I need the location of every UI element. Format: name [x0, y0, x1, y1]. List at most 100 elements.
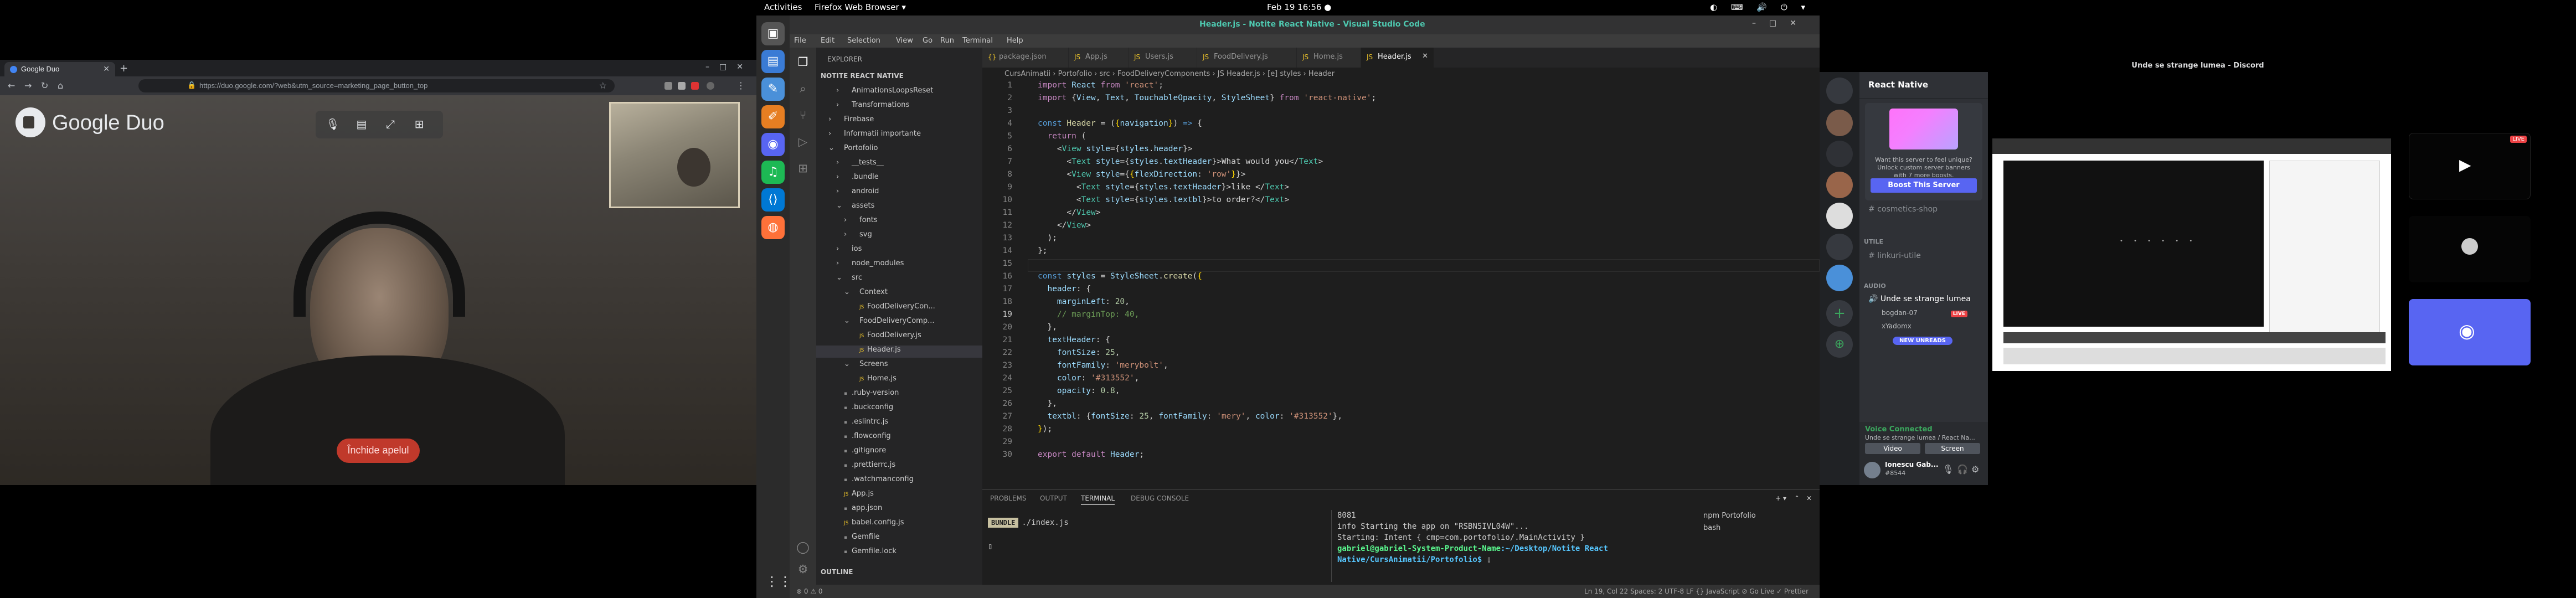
- workspace-section[interactable]: NOTITE REACT NATIVE: [821, 72, 904, 80]
- close-tab-icon[interactable]: ✕: [1422, 52, 1428, 60]
- channel-item[interactable]: 🔊 Unde se strange lumea: [1868, 295, 1971, 303]
- window-controls[interactable]: –□✕: [705, 63, 753, 71]
- menu-item-terminal[interactable]: Terminal: [962, 37, 993, 45]
- username[interactable]: Ionescu Gab...: [1885, 461, 1939, 468]
- mute-mic-icon[interactable]: 🎙: [326, 117, 340, 132]
- menu-item-file[interactable]: File: [794, 37, 806, 45]
- close-panel-icon[interactable]: ✕: [1806, 494, 1812, 502]
- server-icon[interactable]: [1826, 203, 1853, 229]
- menu-dots-icon[interactable]: ⋮: [736, 80, 745, 91]
- forward-icon[interactable]: →: [24, 80, 32, 91]
- search-icon[interactable]: ⌕: [796, 82, 810, 95]
- lock-icon[interactable]: 🔒: [187, 81, 196, 90]
- maximize-panel-icon[interactable]: ⌃: [1794, 494, 1800, 502]
- discord-icon[interactable]: ◉: [761, 133, 785, 156]
- spotify-icon[interactable]: ♫: [761, 161, 785, 184]
- system-tray[interactable]: ◐ ⌨ 🔊 ⏻ ▾: [1710, 2, 1811, 12]
- reload-icon[interactable]: ↻: [41, 80, 48, 91]
- extension-icon[interactable]: [691, 82, 699, 90]
- tree-folder[interactable]: ⌄ Portofolio: [816, 144, 982, 156]
- tree-file[interactable]: JS Home.js: [816, 374, 982, 386]
- back-icon[interactable]: ←: [8, 80, 15, 91]
- tree-folder[interactable]: › __tests__: [816, 158, 982, 171]
- menu-item-selection[interactable]: Selection: [847, 37, 880, 45]
- tree-folder[interactable]: › AnimationsLoopsReset: [816, 86, 982, 99]
- clock[interactable]: Feb 19 16:56 ●: [1267, 2, 1331, 12]
- explorer-icon[interactable]: ❐: [796, 55, 810, 69]
- tree-folder[interactable]: › Transformations: [816, 101, 982, 113]
- terminal-bash[interactable]: 8081 info Starting the app on "RSBN5IVL0…: [1331, 510, 1697, 582]
- tree-folder[interactable]: › svg: [816, 230, 982, 243]
- editor-tab[interactable]: JS Users.js: [1129, 48, 1197, 68]
- tree-file[interactable]: JS babel.config.js: [816, 518, 982, 530]
- channel-item[interactable]: # cosmetics-shop: [1868, 205, 1938, 214]
- new-unreads-badge[interactable]: NEW UNREADS: [1893, 337, 1952, 345]
- home-icon[interactable]: ⌂: [58, 80, 63, 91]
- avatar[interactable]: [1864, 462, 1881, 478]
- tree-file[interactable]: ▪ .eslintrc.js: [816, 417, 982, 430]
- tree-folder[interactable]: ⌄ FoodDeliveryComp...: [816, 317, 982, 329]
- boost-server-button[interactable]: Boost This Server: [1871, 178, 1977, 193]
- channel-item[interactable]: # linkuri-utile: [1868, 251, 1921, 260]
- tree-file[interactable]: JS App.js: [816, 489, 982, 502]
- add-server-icon[interactable]: +: [1826, 300, 1853, 327]
- tree-folder[interactable]: › Informatii importante: [816, 130, 982, 142]
- vscode-icon[interactable]: ⟨⟩: [761, 188, 785, 212]
- participant-tile[interactable]: [2409, 216, 2531, 282]
- new-tab-icon[interactable]: +: [120, 63, 128, 74]
- menu-item-edit[interactable]: Edit: [821, 37, 834, 45]
- tree-folder[interactable]: › Firebase: [816, 115, 982, 127]
- terminal-list-item[interactable]: bash: [1703, 522, 1809, 534]
- participant-tile[interactable]: ◉: [2409, 299, 2531, 365]
- tree-folder[interactable]: ⌄ assets: [816, 202, 982, 214]
- more-options-icon[interactable]: ⊞: [412, 117, 426, 132]
- files-icon[interactable]: ▣: [761, 22, 785, 45]
- text-editor-icon[interactable]: ✎: [761, 78, 785, 101]
- source-control-icon[interactable]: ⑂: [796, 109, 810, 122]
- headphones-icon[interactable]: 🎧: [1957, 464, 1968, 475]
- run-debug-icon[interactable]: ▷: [796, 135, 810, 148]
- tree-file[interactable]: ▪ Gemfile: [816, 533, 982, 545]
- extension-icon[interactable]: [678, 82, 686, 90]
- panel-tab-output[interactable]: OUTPUT: [1040, 494, 1067, 502]
- server-icon[interactable]: [1826, 141, 1853, 167]
- server-icon[interactable]: [1826, 172, 1853, 198]
- address-bar[interactable]: 🔒 https://duo.google.com/?web&utm_source…: [138, 79, 615, 92]
- app-menu[interactable]: Firefox Web Browser ▾: [815, 2, 906, 12]
- camera-off-icon[interactable]: ▤: [354, 117, 369, 132]
- account-icon[interactable]: ◯: [796, 540, 810, 554]
- tree-file[interactable]: ▪ .gitignore: [816, 446, 982, 458]
- terminal-metro[interactable]: BUNDLE ./index.js ▯: [988, 518, 1320, 579]
- explore-servers-icon[interactable]: ⊕: [1826, 331, 1853, 358]
- editor-tab[interactable]: JS Home.js: [1297, 48, 1361, 68]
- tree-folder[interactable]: › fonts: [816, 216, 982, 228]
- panel-tab-terminal[interactable]: TERMINAL: [1081, 494, 1115, 505]
- firefox-icon[interactable]: ◍: [761, 216, 785, 239]
- tree-folder[interactable]: › node_modules: [816, 259, 982, 271]
- server-header[interactable]: React Native: [1859, 72, 1988, 99]
- tree-file[interactable]: ▪ .buckconfig: [816, 403, 982, 415]
- extensions-icon[interactable]: ⊞: [796, 162, 810, 175]
- editor-tab[interactable]: JS FoodDelivery.js: [1197, 48, 1297, 68]
- tree-folder[interactable]: ⌄ Screens: [816, 360, 982, 372]
- tree-folder[interactable]: › ios: [816, 245, 982, 257]
- server-icon[interactable]: [1826, 110, 1853, 136]
- fullscreen-icon[interactable]: ⤢: [383, 117, 398, 132]
- tree-file[interactable]: ▪ Gemfile.lock: [816, 547, 982, 559]
- server-icon[interactable]: [1826, 265, 1853, 291]
- editor-tab[interactable]: {} package.json: [982, 48, 1069, 68]
- end-call-button[interactable]: Închide apelul: [337, 439, 420, 463]
- settings-gear-icon[interactable]: ⚙: [1971, 464, 1979, 475]
- terminal-list-item[interactable]: npm Portofolio: [1703, 510, 1809, 522]
- tree-file[interactable]: ▪ app.json: [816, 504, 982, 516]
- voice-connected-label[interactable]: Voice Connected: [1865, 425, 1933, 434]
- tree-folder[interactable]: › .bundle: [816, 173, 982, 185]
- discord-home-icon[interactable]: [1826, 78, 1853, 104]
- tree-file[interactable]: JS FoodDelivery.js: [816, 331, 982, 343]
- participant-tile[interactable]: ▶ LIVE: [2409, 133, 2531, 199]
- tab-google-duo[interactable]: Google Duo ✕: [4, 62, 115, 76]
- tree-file[interactable]: ▪ .ruby-version: [816, 389, 982, 401]
- status-problems[interactable]: ⊗ 0 ⚠ 0: [796, 587, 823, 595]
- profile-avatar[interactable]: [707, 82, 714, 90]
- voice-member[interactable]: bogdan-07 LIVE: [1882, 309, 1967, 317]
